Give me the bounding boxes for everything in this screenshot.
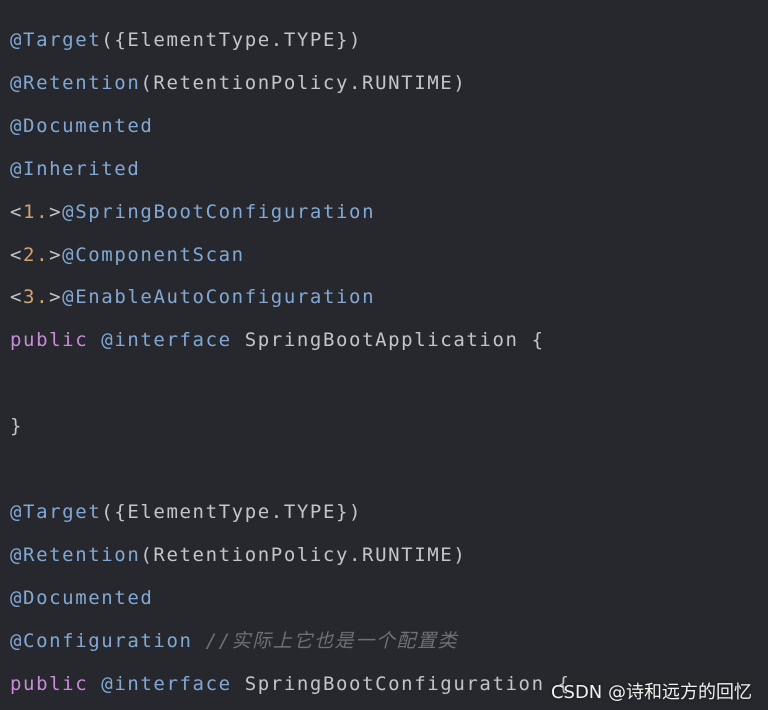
code-token: @SpringBootConfiguration (62, 200, 376, 223)
code-token: @Retention (10, 71, 141, 94)
code-token: SpringBootApplication { (244, 329, 545, 352)
code-line: } (10, 411, 23, 441)
code-token: @Documented (10, 114, 154, 137)
code-token: @EnableAutoConfiguration (62, 286, 376, 309)
code-line: <3.>@EnableAutoConfiguration (10, 282, 375, 312)
code-token: @Documented (10, 586, 154, 609)
code-line: @Retention(RetentionPolicy.RUNTIME) (10, 540, 466, 570)
code-token: @Target (10, 500, 102, 523)
code-token: > (49, 286, 63, 309)
code-token: (RetentionPolicy.RUNTIME) (140, 543, 467, 566)
code-token: @ComponentScan (62, 243, 245, 266)
code-line: <2.>@ComponentScan (10, 240, 245, 270)
code-token: @Retention (10, 543, 141, 566)
code-token: @interface (101, 672, 245, 695)
code-line: public @interface SpringBootConfiguratio… (10, 669, 571, 699)
code-token: @Inherited (10, 157, 141, 180)
code-token: 3. (23, 286, 50, 309)
code-token: SpringBootConfiguration { (244, 672, 571, 695)
code-token: < (10, 200, 24, 223)
code-token: < (10, 286, 24, 309)
code-token: ({ElementType.TYPE}) (101, 500, 363, 523)
code-line: @Inherited (10, 154, 140, 184)
csdn-watermark: CSDN @诗和远方的回忆 (550, 682, 752, 703)
code-line: @Retention(RetentionPolicy.RUNTIME) (10, 68, 466, 98)
code-token: > (49, 200, 63, 223)
code-token: @interface (101, 329, 245, 352)
code-line: @Documented (10, 111, 153, 141)
code-line: @Target({ElementType.TYPE}) (10, 25, 362, 55)
code-token: 1. (23, 200, 50, 223)
code-token: ({ElementType.TYPE}) (101, 29, 363, 51)
code-line: public @interface SpringBootApplication … (10, 325, 545, 355)
code-line: @Documented (10, 583, 153, 613)
code-line: @Target({ElementType.TYPE}) (10, 497, 362, 527)
code-token: public (10, 329, 102, 352)
code-editor: @Target({ElementType.TYPE}) @Retention(Re… (0, 0, 768, 710)
code-line: @Configuration //实际上它也是一个配置类 (10, 626, 458, 656)
code-token: } (10, 415, 24, 438)
code-token: public (10, 672, 102, 695)
code-token: //实际上它也是一个配置类 (205, 629, 459, 652)
code-token: @Configuration (10, 629, 206, 652)
code-token: > (49, 243, 63, 266)
code-line: <1.>@SpringBootConfiguration (10, 197, 375, 227)
code-token: @Target (10, 29, 102, 51)
code-token: < (10, 243, 24, 266)
code-token: 2. (23, 243, 50, 266)
code-token: (RetentionPolicy.RUNTIME) (140, 71, 467, 94)
